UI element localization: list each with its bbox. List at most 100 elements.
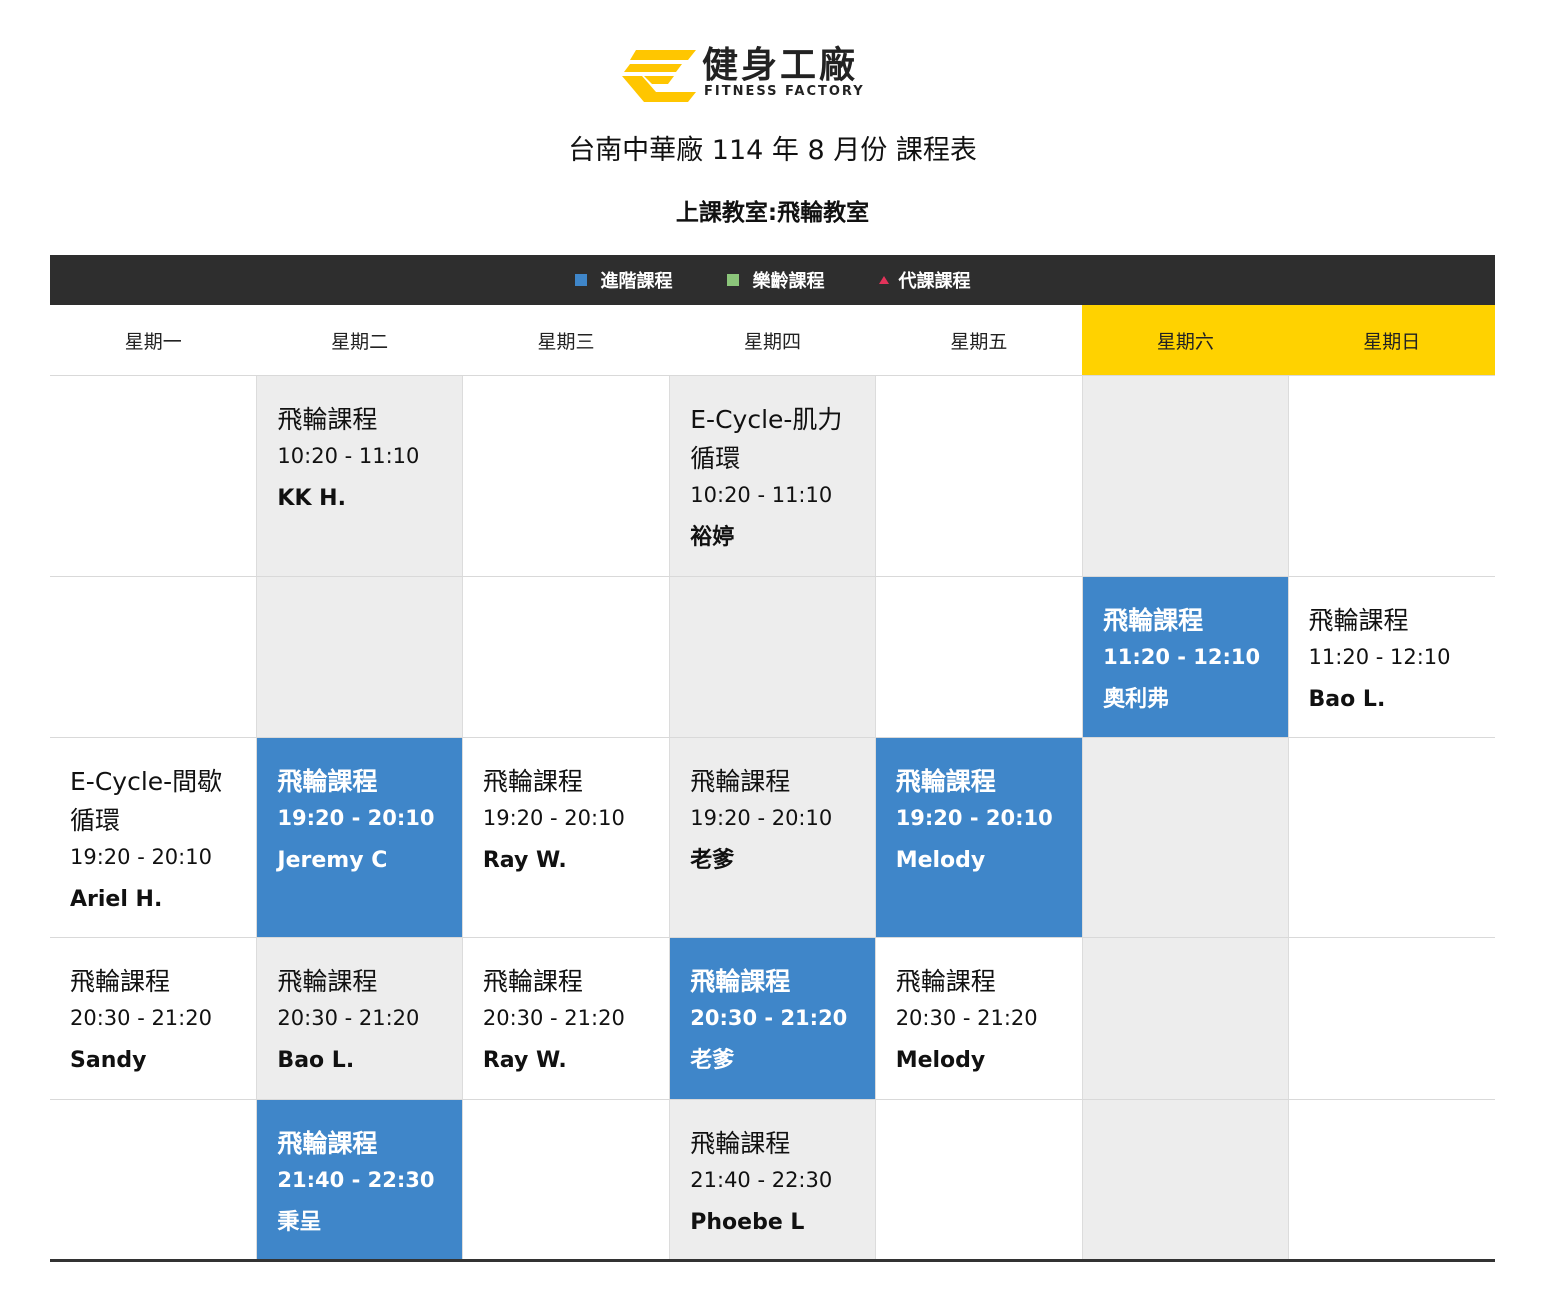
class-slot[interactable]: 飛輪課程 20:30 - 21:20 Ray W. bbox=[462, 938, 670, 1099]
class-name: 飛輪課程 bbox=[482, 967, 583, 996]
class-coach: Bao L. bbox=[1308, 687, 1386, 712]
empty-slot bbox=[50, 577, 257, 737]
class-name: 飛輪課程 bbox=[690, 767, 791, 796]
day-thursday: 星期四 bbox=[669, 305, 876, 375]
class-slot[interactable]: 飛輪課程 10:20 - 11:10 KK H. bbox=[256, 376, 463, 576]
day-tuesday: 星期二 bbox=[256, 305, 463, 375]
class-time: 19:20 - 20:10 bbox=[482, 806, 625, 830]
legend-label: 進階課程 bbox=[600, 271, 673, 292]
day-sunday: 星期日 bbox=[1288, 305, 1495, 375]
schedule-title: 台南中華廠 114 年 8 月份 課程表 bbox=[568, 135, 977, 166]
class-coach: Ariel H. bbox=[70, 887, 163, 912]
class-slot[interactable]: 飛輪課程 11:20 - 12:10 Bao L. bbox=[1288, 577, 1495, 737]
fitness-factory-logo-icon bbox=[622, 50, 696, 102]
class-time: 11:20 - 12:10 bbox=[1308, 645, 1451, 669]
empty-slot bbox=[50, 376, 257, 576]
class-slot[interactable]: 飛輪課程 21:40 - 22:30 Phoebe L bbox=[669, 1100, 876, 1260]
class-time: 11:20 - 12:10 bbox=[1103, 645, 1261, 669]
class-name: 飛輪課程 bbox=[1308, 606, 1409, 635]
class-name: E-Cycle-間歇循環 bbox=[70, 767, 223, 835]
class-coach: 奧利弗 bbox=[1103, 687, 1170, 712]
legend-senior: 樂齡課程 bbox=[726, 267, 825, 293]
class-coach: Ray W. bbox=[482, 848, 567, 873]
class-time: 20:30 - 21:20 bbox=[482, 1006, 625, 1030]
empty-slot bbox=[1288, 376, 1495, 576]
class-name: 飛輪課程 bbox=[895, 967, 996, 996]
day-saturday: 星期六 bbox=[1082, 305, 1289, 375]
class-time: 20:30 - 21:20 bbox=[70, 1006, 212, 1030]
class-time: 19:20 - 20:10 bbox=[277, 806, 435, 830]
empty-slot bbox=[1082, 376, 1289, 576]
day-monday: 星期一 bbox=[50, 305, 257, 375]
class-coach: 老爹 bbox=[690, 848, 735, 873]
day-wednesday: 星期三 bbox=[462, 305, 670, 375]
empty-slot bbox=[875, 1100, 1083, 1260]
class-coach: KK H. bbox=[277, 486, 346, 511]
class-slot[interactable]: 飛輪課程 19:20 - 20:10 老爹 bbox=[669, 738, 876, 937]
class-coach: Phoebe L bbox=[690, 1210, 805, 1235]
class-slot[interactable]: 飛輪課程 20:30 - 21:20 Sandy bbox=[50, 938, 257, 1099]
class-coach: 老爹 bbox=[690, 1048, 735, 1073]
class-slot[interactable]: 飛輪課程 20:30 - 21:20 Bao L. bbox=[256, 938, 463, 1099]
class-time: 20:30 - 21:20 bbox=[277, 1006, 420, 1030]
red-triangle-icon bbox=[878, 276, 889, 284]
class-slot[interactable]: 飛輪課程 19:20 - 20:10 Ray W. bbox=[462, 738, 670, 937]
schedule-row: E-Cycle-間歇循環 19:20 - 20:10 Ariel H. 飛輪課程 19:… bbox=[50, 737, 1495, 937]
schedule-row: 飛輪課程 20:30 - 21:20 Sandy 飛輪課程 20:30 - 21:20 B… bbox=[50, 937, 1495, 1099]
legend-advanced: 進階課程 bbox=[574, 267, 673, 293]
empty-slot bbox=[875, 577, 1083, 737]
class-time: 19:20 - 20:10 bbox=[690, 806, 833, 830]
class-time: 21:40 - 22:30 bbox=[690, 1168, 833, 1192]
green-square-icon bbox=[726, 274, 739, 286]
legend-label: 樂齡課程 bbox=[752, 271, 825, 292]
schedule-row: 飛輪課程 10:20 - 11:10 KK H. E-Cycle-肌力循環 10:20 … bbox=[50, 375, 1495, 576]
brand-name-cn: 健身工廠 bbox=[702, 45, 859, 86]
class-time: 10:20 - 11:10 bbox=[690, 483, 833, 507]
table-bottom-border bbox=[50, 1259, 1495, 1262]
class-name: 飛輪課程 bbox=[70, 967, 171, 996]
brand-name-en: FITNESS FACTORY bbox=[704, 84, 865, 99]
class-time: 10:20 - 11:10 bbox=[277, 444, 420, 468]
empty-slot bbox=[875, 376, 1083, 576]
class-slot[interactable]: 飛輪課程 20:30 - 21:20 老爹 bbox=[669, 938, 876, 1099]
class-name: 飛輪課程 bbox=[1103, 606, 1204, 635]
class-name: E-Cycle-肌力循環 bbox=[690, 405, 843, 473]
class-name: 飛輪課程 bbox=[895, 767, 996, 796]
class-name: 飛輪課程 bbox=[277, 1129, 378, 1158]
class-slot[interactable]: 飛輪課程 19:20 - 20:10 Jeremy C bbox=[256, 738, 463, 937]
day-friday: 星期五 bbox=[875, 305, 1083, 375]
class-coach: Melody bbox=[895, 848, 986, 873]
empty-slot bbox=[1082, 938, 1289, 1099]
schedule-grid: 飛輪課程 10:20 - 11:10 KK H. E-Cycle-肌力循環 10:20 … bbox=[50, 375, 1495, 1260]
class-slot[interactable]: 飛輪課程 20:30 - 21:20 Melody bbox=[875, 938, 1083, 1099]
empty-slot bbox=[1288, 738, 1495, 937]
class-slot[interactable]: 飛輪課程 11:20 - 12:10 奧利弗 bbox=[1082, 577, 1289, 737]
schedule-row: 飛輪課程 21:40 - 22:30 秉呈 飛輪課程 21:40 - 22:30 Phoe… bbox=[50, 1099, 1495, 1260]
empty-slot bbox=[1288, 1100, 1495, 1260]
class-coach: Bao L. bbox=[277, 1048, 355, 1073]
empty-slot bbox=[462, 577, 670, 737]
empty-slot bbox=[50, 1100, 257, 1260]
legend-label: 代課課程 bbox=[898, 271, 971, 292]
empty-slot bbox=[1082, 1100, 1289, 1260]
weekday-header: 星期一 星期二 星期三 星期四 星期五 星期六 星期日 bbox=[50, 305, 1495, 375]
class-time: 20:30 - 21:20 bbox=[895, 1006, 1038, 1030]
class-name: 飛輪課程 bbox=[690, 1129, 791, 1158]
class-coach: Ray W. bbox=[482, 1048, 567, 1073]
class-slot[interactable]: E-Cycle-間歇循環 19:20 - 20:10 Ariel H. bbox=[50, 738, 257, 937]
class-time: 19:20 - 20:10 bbox=[70, 845, 212, 869]
empty-slot bbox=[1288, 938, 1495, 1099]
classroom-label: 上課教室:飛輪教室 bbox=[675, 200, 870, 226]
class-slot[interactable]: 飛輪課程 21:40 - 22:30 秉呈 bbox=[256, 1100, 463, 1260]
class-coach: 裕婷 bbox=[690, 525, 735, 550]
class-time: 19:20 - 20:10 bbox=[895, 806, 1053, 830]
legend-substitute: 代課課程 bbox=[878, 267, 971, 293]
class-time: 21:40 - 22:30 bbox=[277, 1168, 435, 1192]
class-name: 飛輪課程 bbox=[690, 967, 791, 996]
class-slot[interactable]: 飛輪課程 19:20 - 20:10 Melody bbox=[875, 738, 1083, 937]
class-name: 飛輪課程 bbox=[277, 767, 378, 796]
class-coach: 秉呈 bbox=[277, 1210, 322, 1235]
class-name: 飛輪課程 bbox=[482, 767, 583, 796]
class-slot[interactable]: E-Cycle-肌力循環 10:20 - 11:10 裕婷 bbox=[669, 376, 876, 576]
legend-bar: 進階課程 樂齡課程 代課課程 bbox=[50, 255, 1495, 305]
